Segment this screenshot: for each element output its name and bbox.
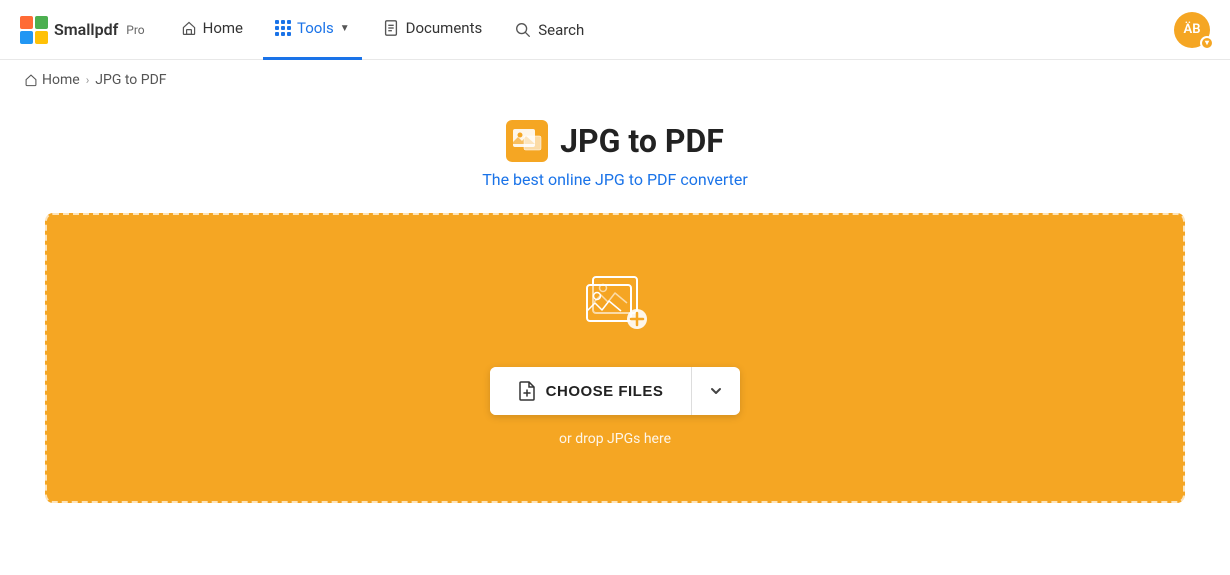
breadcrumb-current: JPG to PDF xyxy=(95,72,166,88)
nav-search-label: Search xyxy=(538,21,584,39)
page-subtitle: The best online JPG to PDF converter xyxy=(482,170,748,189)
document-icon xyxy=(382,19,400,37)
header: Smallpdf Pro Home Tools ▼ Documents xyxy=(0,0,1230,60)
jpg-to-pdf-icon xyxy=(506,120,548,162)
choose-files-label: CHOOSE FILES xyxy=(546,383,664,400)
breadcrumb: Home › JPG to PDF xyxy=(0,60,1230,100)
choose-files-button[interactable]: CHOOSE FILES xyxy=(490,367,692,415)
drop-hint: or drop JPGs here xyxy=(559,431,671,447)
smallpdf-logo-icon xyxy=(20,16,48,44)
avatar-dropdown-icon: ▾ xyxy=(1200,36,1214,50)
upload-icon-area xyxy=(575,269,655,343)
nav-search[interactable]: Search xyxy=(502,0,596,60)
chevron-down-icon xyxy=(708,383,724,399)
breadcrumb-home[interactable]: Home xyxy=(24,72,80,88)
main-content: JPG to PDF The best online JPG to PDF co… xyxy=(0,100,1230,543)
nav-documents-label: Documents xyxy=(406,19,483,37)
page-title: JPG to PDF xyxy=(560,122,724,160)
breadcrumb-home-icon xyxy=(24,73,38,87)
nav-tools[interactable]: Tools ▼ xyxy=(263,0,362,60)
search-icon xyxy=(514,21,532,39)
user-avatar[interactable]: ÄB ▾ xyxy=(1174,12,1210,48)
file-icon xyxy=(518,381,536,401)
nav-documents[interactable]: Documents xyxy=(370,0,495,60)
home-icon xyxy=(181,20,197,36)
logo[interactable]: Smallpdf Pro xyxy=(20,16,145,44)
nav-home[interactable]: Home xyxy=(169,0,255,60)
breadcrumb-home-label: Home xyxy=(42,72,80,88)
logo-text: Smallpdf xyxy=(54,20,118,39)
image-upload-icon xyxy=(575,269,655,339)
breadcrumb-separator: › xyxy=(86,73,90,87)
page-title-area: JPG to PDF xyxy=(506,120,724,162)
nav-tools-label: Tools xyxy=(297,19,334,37)
logo-pro-label: Pro xyxy=(126,23,144,37)
drop-zone[interactable]: CHOOSE FILES or drop JPGs here xyxy=(45,213,1185,503)
choose-files-container: CHOOSE FILES xyxy=(490,367,741,415)
choose-files-dropdown-button[interactable] xyxy=(692,369,740,413)
nav-home-label: Home xyxy=(203,19,243,37)
avatar-initials: ÄB xyxy=(1184,22,1201,37)
tools-dropdown-icon: ▼ xyxy=(340,23,350,34)
grid-icon xyxy=(275,20,291,36)
